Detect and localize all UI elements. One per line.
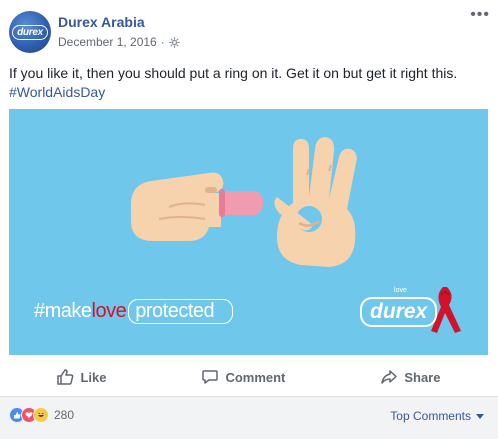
more-options-icon[interactable]: ••• (470, 7, 490, 23)
campaign-tagline: #make love protected (34, 299, 234, 324)
avatar-logo: durex (12, 24, 48, 40)
post-date[interactable]: December 1, 2016 (58, 35, 157, 49)
top-comments-dropdown[interactable]: Top Comments (390, 409, 484, 423)
comment-icon (202, 370, 219, 384)
post-meta: December 1, 2016 · (58, 35, 180, 49)
share-arrow-icon (381, 370, 398, 384)
dropdown-caret-icon (476, 413, 484, 419)
brand-small-text: love (394, 287, 407, 294)
comment-label: Comment (225, 369, 286, 385)
reaction-count: 280 (54, 408, 75, 422)
like-button[interactable]: Like (56, 368, 106, 386)
share-button[interactable]: Share (380, 368, 440, 386)
like-label: Like (80, 369, 107, 385)
tagline-protected: protected (128, 299, 234, 324)
facebook-post: durex Durex Arabia December 1, 2016 · ••… (0, 0, 498, 439)
comment-button[interactable]: Comment (201, 368, 285, 386)
privacy-public-icon[interactable] (168, 36, 180, 48)
tagline-love: love (91, 300, 127, 322)
post-image[interactable]: #make love protected love durex (9, 109, 488, 355)
hashtag-link[interactable]: #WorldAidsDay (9, 84, 105, 100)
thumbs-up-icon (57, 369, 74, 385)
meta-separator: · (160, 35, 165, 49)
post-body: If you like it, then you should put a ri… (9, 65, 458, 81)
tagline-prefix: #make (34, 300, 92, 322)
share-label: Share (404, 369, 441, 385)
top-comments-label: Top Comments (390, 409, 471, 423)
page-avatar[interactable]: durex (9, 11, 51, 53)
post-footer: 280 Top Comments (0, 397, 498, 439)
brand-logo: durex (360, 297, 438, 327)
haha-reaction-icon (33, 407, 49, 423)
page-name-link[interactable]: Durex Arabia (58, 14, 145, 30)
post-text: If you like it, then you should put a ri… (9, 64, 489, 102)
reactions-summary[interactable]: 280 (9, 407, 74, 423)
post-actions: Like Comment Share (9, 362, 488, 392)
